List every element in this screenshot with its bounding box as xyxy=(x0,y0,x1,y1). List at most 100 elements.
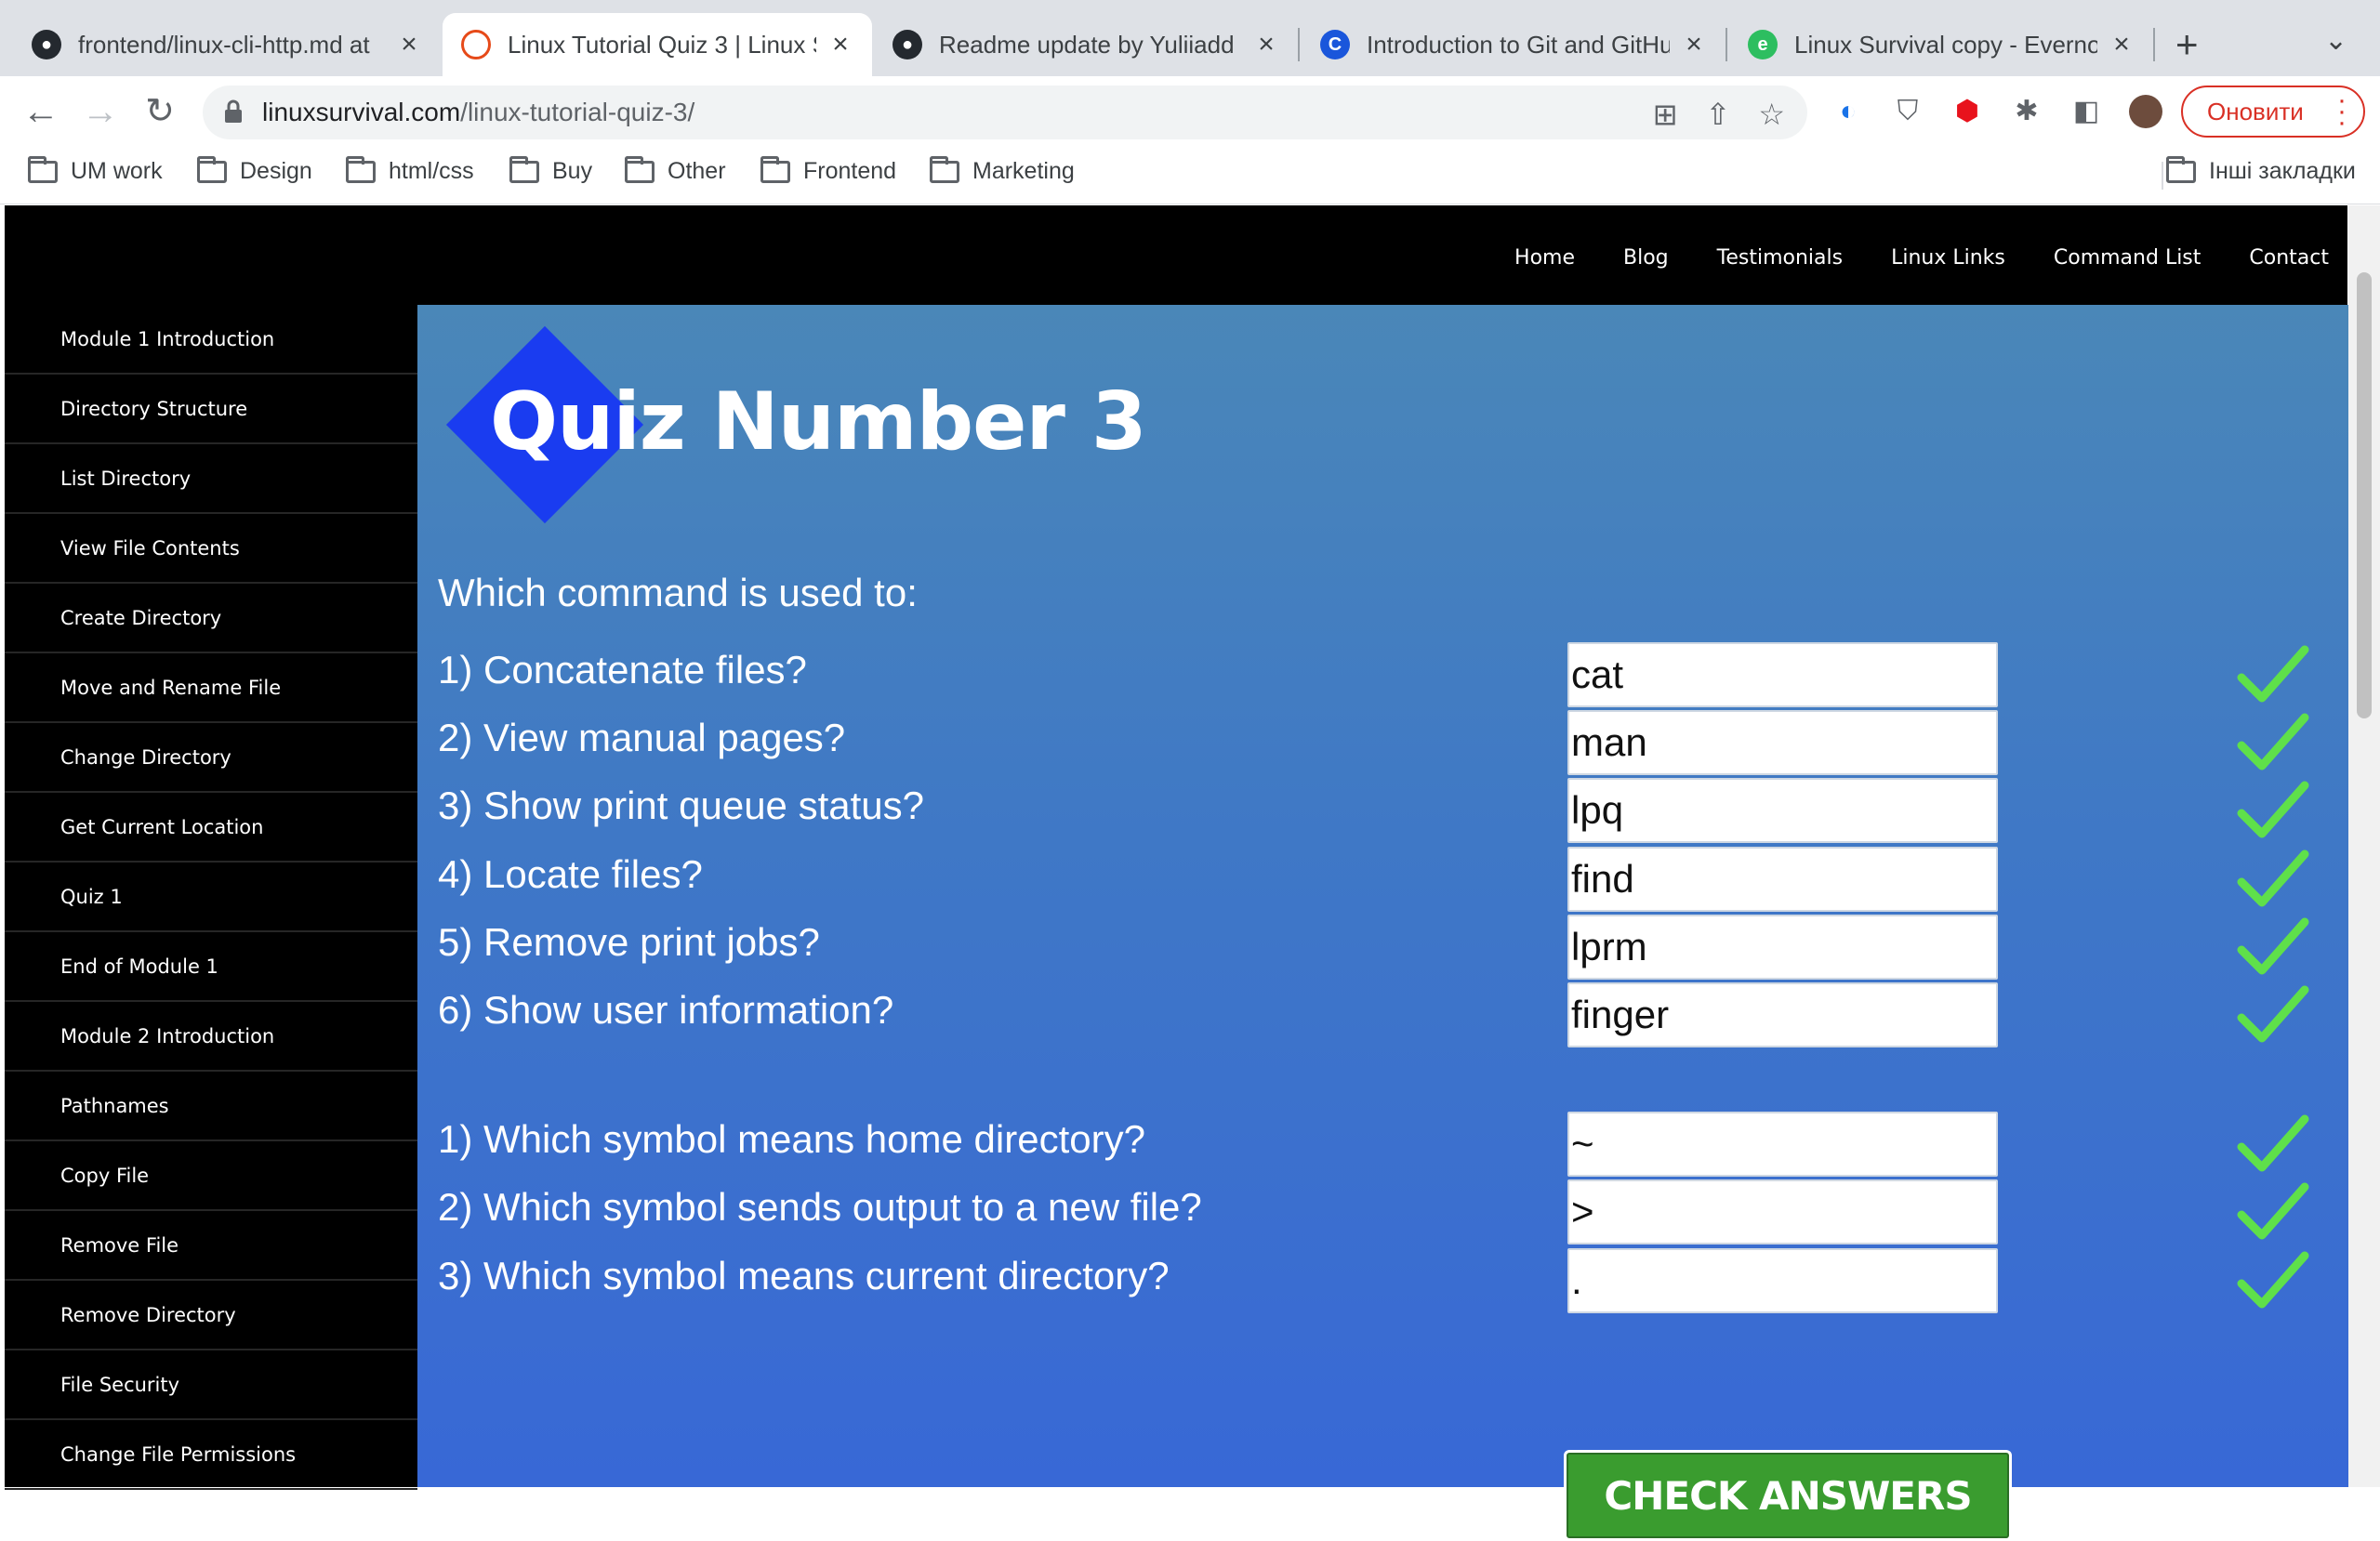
bookmark-label: Other xyxy=(668,158,726,184)
update-label: Оновити xyxy=(2207,97,2304,125)
bookmark-html-css[interactable]: html/css xyxy=(346,155,474,185)
url-path: /linux-tutorial-quiz-3/ xyxy=(460,98,695,126)
close-icon[interactable]: × xyxy=(1681,29,1707,60)
new-tab-icon[interactable]: + xyxy=(2175,22,2199,67)
checkmark-icon xyxy=(2237,917,2309,975)
close-icon[interactable]: × xyxy=(827,29,853,60)
sidebar-item-list-directory[interactable]: List Directory xyxy=(5,444,417,514)
nav-command-list[interactable]: Command List xyxy=(2054,246,2202,270)
translate-icon[interactable]: ⊞ xyxy=(1653,97,1678,132)
checkmark-icon xyxy=(2237,985,2309,1043)
tab-title: Introduction to Git and GitHu xyxy=(1367,30,1670,59)
tab-evernote[interactable]: e Linux Survival copy - Evernot × xyxy=(1729,13,2153,76)
nav-contact[interactable]: Contact xyxy=(2249,246,2329,270)
answer-input[interactable]: man xyxy=(1567,710,1998,775)
sidebar-item-module-2-introduction[interactable]: Module 2 Introduction xyxy=(5,1002,417,1072)
answer-input[interactable]: find xyxy=(1567,847,1998,912)
question-text: 5) Remove print jobs? xyxy=(438,920,820,964)
tab-strip: ● frontend/linux-cli-http.md at × Linux … xyxy=(0,0,2380,76)
url-host: linuxsurvival.com xyxy=(262,98,461,126)
checkmark-icon xyxy=(2237,713,2309,770)
tab-github-frontend[interactable]: ● frontend/linux-cli-http.md at × xyxy=(13,13,441,76)
shield-icon[interactable]: ⛉ xyxy=(1891,95,1924,128)
address-bar[interactable]: linuxsurvival.com/linux-tutorial-quiz-3/… xyxy=(203,86,1807,139)
sidebar-item-quiz-1[interactable]: Quiz 1 xyxy=(5,863,417,932)
bookmark-label: Design xyxy=(240,158,312,184)
avatar[interactable] xyxy=(2129,95,2162,128)
nav-testimonials[interactable]: Testimonials xyxy=(1717,246,1843,270)
menu-dots-icon[interactable]: · · · xyxy=(2337,86,2347,137)
tab-search-chevron-icon[interactable]: ⌄ xyxy=(2324,24,2347,57)
sidebar-item-end-of-module-1[interactable]: End of Module 1 xyxy=(5,932,417,1002)
browser-chrome: ● frontend/linux-cli-http.md at × Linux … xyxy=(0,0,2380,204)
sidebar-item-change-file-permissions[interactable]: Change File Permissions xyxy=(5,1420,417,1490)
bookmark-design[interactable]: Design xyxy=(197,155,312,185)
nav-linux-links[interactable]: Linux Links xyxy=(1891,246,2005,270)
sidebar-item-change-directory[interactable]: Change Directory xyxy=(5,723,417,793)
coursera-icon: C xyxy=(1320,30,1350,59)
check-answers-button[interactable]: CHECK ANSWERS xyxy=(1564,1450,2012,1541)
evernote-icon: e xyxy=(1748,30,1778,59)
tab-title: Linux Tutorial Quiz 3 | Linux S xyxy=(508,30,816,59)
answer-input[interactable]: lprm xyxy=(1567,915,1998,980)
sidebar-item-module-1-introduction[interactable]: Module 1 Introduction xyxy=(5,305,417,375)
back-arrow-icon[interactable]: ← xyxy=(20,91,61,132)
answer-input[interactable]: . xyxy=(1567,1248,1998,1313)
nav-home[interactable]: Home xyxy=(1514,246,1575,270)
tab-title: Linux Survival copy - Evernot xyxy=(1794,30,2097,59)
sidebar-item-file-security[interactable]: File Security xyxy=(5,1350,417,1420)
answer-input[interactable]: finger xyxy=(1567,982,1998,1047)
share-icon[interactable]: ⇧ xyxy=(1706,97,1731,132)
bookmark-label: html/css xyxy=(389,158,474,184)
sidebar-item-get-current-location[interactable]: Get Current Location xyxy=(5,793,417,863)
checkmark-icon xyxy=(2237,1251,2309,1309)
question-text: 2) View manual pages? xyxy=(438,716,846,759)
sidebar-item-pathnames[interactable]: Pathnames xyxy=(5,1072,417,1141)
close-icon[interactable]: × xyxy=(2109,29,2135,60)
sidebar-item-remove-file[interactable]: Remove File xyxy=(5,1211,417,1281)
question-text: 1) Concatenate files? xyxy=(438,648,807,691)
update-button[interactable]: Оновити · · · xyxy=(2181,86,2365,138)
forward-arrow-icon[interactable]: → xyxy=(80,91,121,132)
checkmark-icon xyxy=(2237,781,2309,838)
answer-input[interactable]: ~ xyxy=(1567,1112,1998,1177)
sidebar-item-move-and-rename-file[interactable]: Move and Rename File xyxy=(5,653,417,723)
extension-sync-icon[interactable]: ◐ xyxy=(1831,95,1865,128)
page-scrollbar[interactable] xyxy=(2348,205,2380,1487)
nav-blog[interactable]: Blog xyxy=(1623,246,1669,270)
checkmark-icon xyxy=(2237,1182,2309,1240)
sidebar-item-directory-structure[interactable]: Directory Structure xyxy=(5,375,417,444)
answer-input[interactable]: lpq xyxy=(1567,778,1998,843)
bookmark-separator xyxy=(2162,162,2163,190)
close-icon[interactable]: × xyxy=(1253,29,1279,60)
bookmark-buy[interactable]: Buy xyxy=(509,155,593,185)
tab-separator xyxy=(1726,28,1727,61)
adblock-icon[interactable]: ⬢ xyxy=(1950,95,1984,128)
bookmark-label: Buy xyxy=(552,158,593,184)
folder-icon xyxy=(760,155,790,183)
tab-coursera[interactable]: C Introduction to Git and GitHu × xyxy=(1302,13,1726,76)
sidebar-item-view-file-contents[interactable]: View File Contents xyxy=(5,514,417,584)
scrollbar-thumb[interactable] xyxy=(2357,272,2372,718)
sidebar-item-remove-directory[interactable]: Remove Directory xyxy=(5,1281,417,1350)
bookmark-other[interactable]: Other xyxy=(625,155,726,185)
answer-input[interactable]: > xyxy=(1567,1179,1998,1245)
bookmark-um-work[interactable]: UM work xyxy=(28,155,163,185)
close-icon[interactable]: × xyxy=(396,29,422,60)
lock-icon xyxy=(225,99,242,123)
bookmark-frontend[interactable]: Frontend xyxy=(760,155,896,185)
answer-input[interactable]: cat xyxy=(1567,642,1998,707)
tab-separator xyxy=(2153,28,2155,61)
page-title: Quiz Number 3 xyxy=(490,375,1147,468)
star-icon[interactable]: ☆ xyxy=(1758,97,1785,132)
bookmark-marketing[interactable]: Marketing xyxy=(930,155,1075,185)
side-panel-icon[interactable]: ◧ xyxy=(2069,95,2103,128)
tab-github-readme[interactable]: ● Readme update by Yuliiadd · × xyxy=(874,13,1298,76)
puzzle-icon[interactable]: ✱ xyxy=(2010,95,2043,128)
tab-linux-quiz[interactable]: Linux Tutorial Quiz 3 | Linux S × xyxy=(443,13,872,76)
sidebar-item-create-directory[interactable]: Create Directory xyxy=(5,584,417,653)
tab-title: Readme update by Yuliiadd · xyxy=(939,30,1242,59)
bookmark-other-bookmarks[interactable]: Інші закладки xyxy=(2166,155,2356,185)
sidebar-item-copy-file[interactable]: Copy File xyxy=(5,1141,417,1211)
reload-icon[interactable]: ↻ xyxy=(139,91,180,132)
